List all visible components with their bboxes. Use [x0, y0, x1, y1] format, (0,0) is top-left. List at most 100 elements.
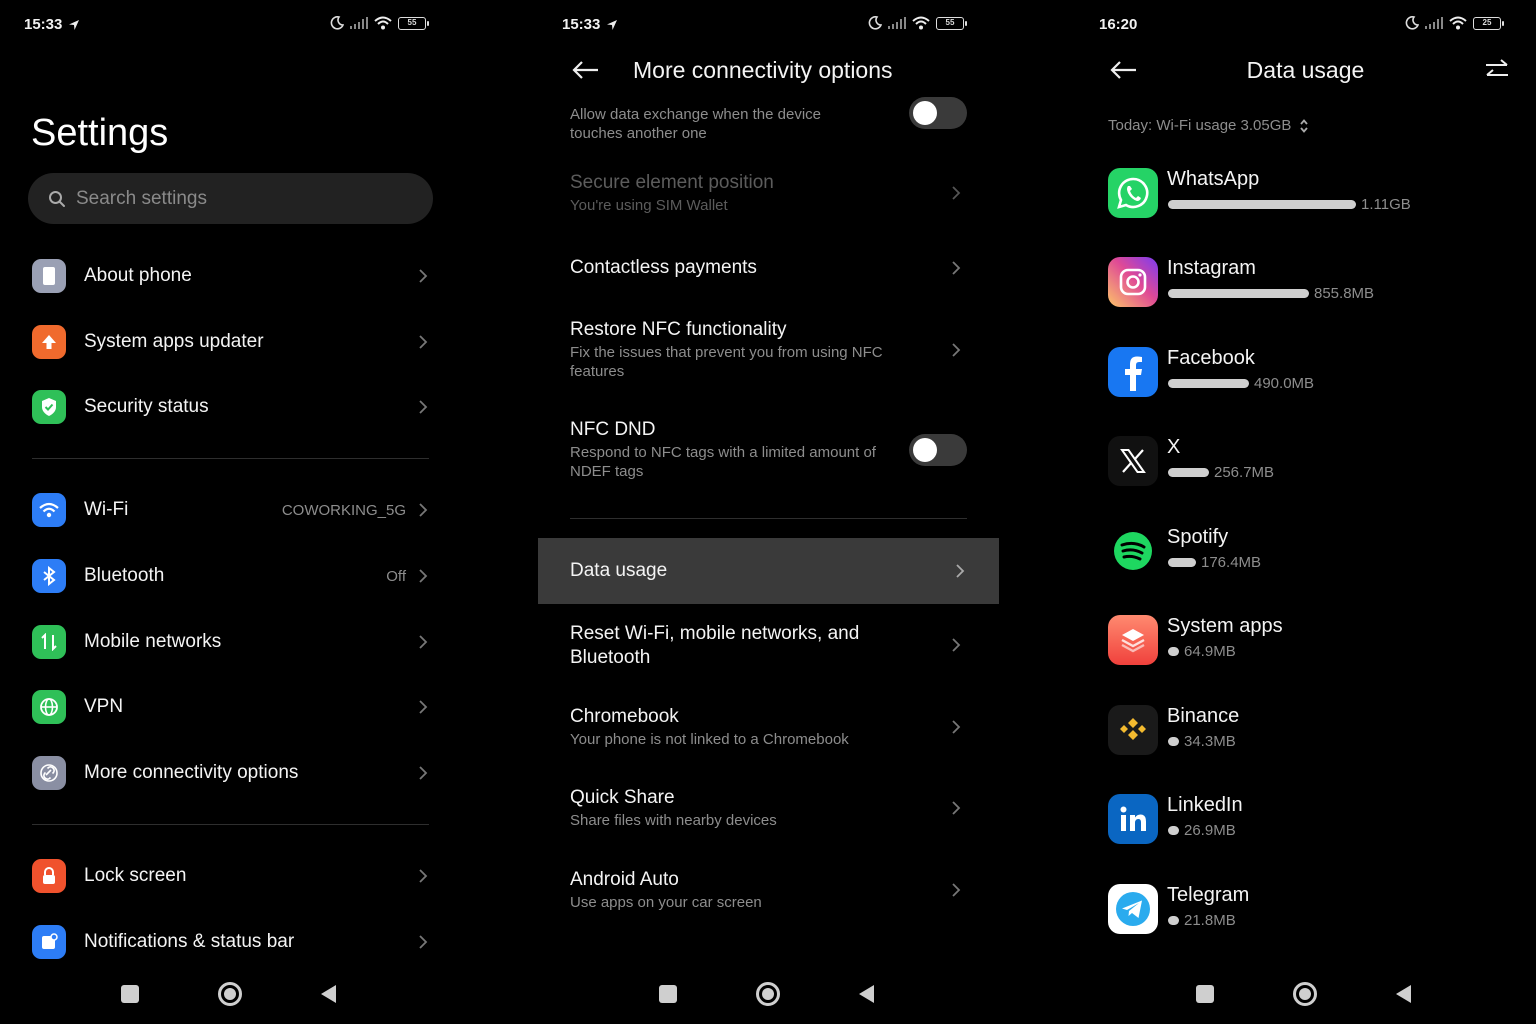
contactless-payments-row[interactable]: Contactless payments: [570, 256, 967, 280]
usage-value: 855.8MB: [1314, 285, 1375, 302]
chevron-right-icon: [419, 335, 428, 349]
app-name: Spotify: [1167, 526, 1229, 548]
settings-item-lock-screen[interactable]: Lock screen: [32, 850, 432, 902]
app-name: LinkedIn: [1167, 794, 1243, 816]
usage-bar: 490.0MB: [1168, 375, 1314, 392]
connectivity-screen: 15:33 55 More connectivity options Allow…: [538, 0, 999, 1024]
chevron-right-icon: [956, 564, 965, 578]
restore-nfc-row[interactable]: Restore NFC functionality Fix the issues…: [570, 318, 967, 381]
back-arrow-icon[interactable]: [570, 58, 600, 82]
item-subtitle: Fix the issues that prevent you from usi…: [570, 344, 883, 380]
quick-share-row[interactable]: Quick Share Share files with nearby devi…: [570, 786, 967, 830]
app-row-system-apps[interactable]: System apps 64.9MB: [1108, 615, 1508, 671]
usage-period-selector[interactable]: Today: Wi-Fi usage 3.05GB: [1108, 117, 1309, 134]
status-icons: 55: [330, 16, 429, 30]
battery-icon: 55: [398, 16, 429, 30]
app-row-instagram[interactable]: Instagram 855.8MB: [1108, 257, 1508, 313]
recents-button[interactable]: [121, 985, 139, 1003]
bluetooth-icon: [32, 559, 66, 593]
chromebook-row[interactable]: Chromebook Your phone is not linked to a…: [570, 705, 967, 749]
settings-item-vpn[interactable]: VPN: [32, 681, 432, 733]
item-title: Reset Wi-Fi, mobile networks, and Blueto…: [570, 623, 860, 668]
search-input[interactable]: [76, 187, 396, 210]
signal-icon: [350, 17, 368, 29]
app-name: X: [1167, 436, 1181, 458]
app-row-binance[interactable]: Binance 34.3MB: [1108, 705, 1508, 761]
settings-item-label: About phone: [84, 265, 192, 286]
chevron-right-icon: [952, 801, 961, 815]
up-down-chevron-icon: [1300, 118, 1309, 133]
app-row-whatsapp[interactable]: WhatsApp 1.11GB: [1108, 168, 1508, 224]
settings-item-security-status[interactable]: Security status: [32, 381, 432, 433]
mobile-data-icon: [32, 625, 66, 659]
divider: [570, 518, 967, 519]
wifi-icon: [912, 16, 930, 30]
swap-arrows-icon[interactable]: [1484, 58, 1510, 82]
settings-item-label: Lock screen: [84, 865, 187, 886]
nfc-toggle[interactable]: [909, 97, 967, 129]
back-button[interactable]: [321, 985, 336, 1003]
reset-network-row[interactable]: Reset Wi-Fi, mobile networks, and Blueto…: [570, 622, 967, 670]
settings-item-label: System apps updater: [84, 331, 264, 352]
chevron-right-icon: [419, 869, 428, 883]
app-row-x[interactable]: X 256.7MB: [1108, 436, 1508, 492]
app-row-telegram[interactable]: Telegram 21.8MB: [1108, 884, 1508, 940]
settings-item-label: Wi-Fi: [84, 499, 129, 520]
settings-item-notifications[interactable]: Notifications & status bar: [32, 916, 432, 968]
moon-icon: [868, 16, 882, 30]
usage-bar-fill: [1168, 289, 1309, 298]
chevron-right-icon: [419, 935, 428, 949]
item-subtitle: Allow data exchange when the device touc…: [570, 106, 822, 142]
usage-value: 64.9MB: [1184, 643, 1236, 660]
settings-item-mobile-networks[interactable]: Mobile networks: [32, 616, 432, 668]
home-button[interactable]: [756, 982, 780, 1006]
nfc-dnd-toggle[interactable]: [909, 434, 967, 466]
search-bar[interactable]: [28, 173, 433, 224]
settings-item-value: COWORKING_5G: [281, 501, 406, 519]
battery-icon: 25: [1473, 16, 1504, 30]
android-auto-row[interactable]: Android Auto Use apps on your car screen: [570, 868, 967, 912]
home-button[interactable]: [1293, 982, 1317, 1006]
usage-bar: 34.3MB: [1168, 733, 1236, 750]
item-subtitle: Respond to NFC tags with a limited amoun…: [570, 444, 876, 480]
item-title: Data usage: [570, 560, 668, 581]
chevron-right-icon: [952, 343, 961, 357]
back-button[interactable]: [859, 985, 874, 1003]
app-row-spotify[interactable]: Spotify 176.4MB: [1108, 526, 1508, 582]
chevron-right-icon: [952, 638, 961, 652]
telegram-icon: [1108, 884, 1158, 934]
nfc-dnd-row[interactable]: NFC DND Respond to NFC tags with a limit…: [570, 418, 967, 481]
usage-period-label: Today: Wi-Fi usage 3.05GB: [1108, 117, 1292, 134]
item-title: Chromebook: [570, 706, 679, 727]
status-bar: 16:20 25: [1075, 14, 1536, 36]
navigation-bar: [1075, 980, 1536, 1008]
page-title: Settings: [31, 112, 169, 154]
app-row-facebook[interactable]: Facebook 490.0MB: [1108, 347, 1508, 403]
usage-value: 21.8MB: [1184, 912, 1236, 929]
settings-item-more-connectivity[interactable]: More connectivity options: [32, 747, 432, 799]
nfc-toggle-row[interactable]: Allow data exchange when the device touc…: [570, 97, 967, 143]
settings-item-bluetooth[interactable]: Bluetooth Off: [32, 550, 432, 602]
chevron-right-icon: [419, 269, 428, 283]
usage-value: 256.7MB: [1214, 464, 1275, 481]
data-usage-row[interactable]: Data usage: [538, 538, 999, 604]
chevron-right-icon: [419, 766, 428, 780]
recents-button[interactable]: [659, 985, 677, 1003]
home-button[interactable]: [218, 982, 242, 1006]
item-subtitle: Share files with nearby devices: [570, 812, 777, 829]
settings-item-system-apps-updater[interactable]: System apps updater: [32, 316, 432, 368]
app-name: Facebook: [1167, 347, 1255, 369]
usage-bar-fill: [1168, 558, 1196, 567]
back-button[interactable]: [1396, 985, 1411, 1003]
item-title: Restore NFC functionality: [570, 319, 787, 340]
chevron-right-icon: [419, 700, 428, 714]
recents-button[interactable]: [1196, 985, 1214, 1003]
chevron-right-icon: [419, 635, 428, 649]
app-row-linkedin[interactable]: LinkedIn 26.9MB: [1108, 794, 1508, 850]
navigation-bar: [0, 980, 538, 1008]
settings-item-about-phone[interactable]: About phone: [32, 250, 432, 302]
moon-icon: [330, 16, 344, 30]
settings-item-wifi[interactable]: Wi-Fi COWORKING_5G: [32, 484, 432, 536]
shield-check-icon: [32, 390, 66, 424]
settings-item-label: Notifications & status bar: [84, 931, 295, 952]
